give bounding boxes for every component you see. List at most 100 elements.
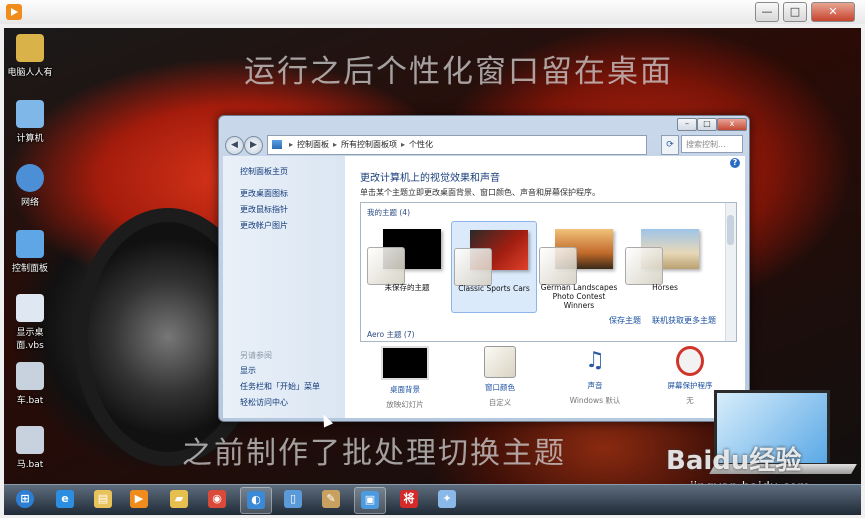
page-description: 单击某个主题立即更改桌面背景、窗口颜色、声音和屏幕保护程序。 bbox=[360, 188, 600, 197]
desktop-icon-label: 车.bat bbox=[16, 396, 44, 406]
aero-themes-heading: Aero 主题 (7) bbox=[367, 330, 415, 339]
batch-file-icon bbox=[16, 426, 44, 454]
theme-item-german-landscapes[interactable]: German Landscapes Photo Contest Winners bbox=[537, 221, 621, 311]
window-color-button[interactable]: 窗口颜色 自定义 bbox=[455, 346, 545, 408]
document-icon: ▯ bbox=[284, 490, 302, 508]
taskbar-button-document[interactable]: ▯ bbox=[278, 487, 308, 512]
control-panel-icon bbox=[272, 140, 282, 149]
desktop-background-icon bbox=[381, 346, 429, 380]
desktop-icon-computer[interactable]: 计算机 bbox=[4, 100, 56, 144]
breadcrumb-item[interactable]: 个性化 bbox=[409, 140, 433, 149]
theme-name: Horses bbox=[652, 283, 678, 292]
close-button[interactable]: ✕ bbox=[811, 2, 855, 22]
start-orb-icon: ⊞ bbox=[16, 490, 34, 508]
desktop-icon-label: 控制面板 bbox=[11, 264, 48, 274]
see-also-taskbar[interactable]: 任务栏和「开始」菜单 bbox=[240, 381, 320, 392]
refresh-button[interactable]: ⟳ bbox=[661, 135, 679, 155]
taskbar-button-explorer[interactable]: ▤ bbox=[88, 487, 118, 512]
theme-color-swatch bbox=[454, 248, 492, 286]
theme-item-classic-sports-cars[interactable]: Classic Sports Cars bbox=[451, 221, 537, 313]
window-close-button[interactable]: x bbox=[717, 118, 747, 131]
theme-item-unsaved[interactable]: 未保存的主题 bbox=[365, 221, 449, 311]
desktop-icon-vbs[interactable]: 显示桌面.vbs bbox=[4, 294, 56, 351]
batch-file-icon bbox=[16, 362, 44, 390]
minimize-button[interactable]: — bbox=[755, 2, 779, 22]
theme-name: Classic Sports Cars bbox=[458, 284, 530, 293]
taskbar-button-app-jiang[interactable]: 将 bbox=[394, 487, 424, 512]
page-title: 更改计算机上的视觉效果和声音 bbox=[360, 173, 500, 184]
main-panel: ? 更改计算机上的视觉效果和声音 单击某个主题立即更改桌面背景、窗口颜色、声音和… bbox=[345, 156, 745, 418]
media-player-icon bbox=[6, 4, 22, 20]
get-more-themes-link[interactable]: 联机获取更多主题 bbox=[652, 315, 716, 326]
caption-top: 运行之后个性化窗口留在桌面 bbox=[244, 54, 673, 90]
theme-name: 未保存的主题 bbox=[384, 283, 430, 292]
control-panel-icon bbox=[16, 230, 44, 258]
taskbar-button-control-panel[interactable]: ▣ bbox=[354, 487, 386, 514]
desktop-icon-label: 马.bat bbox=[16, 460, 44, 470]
taskbar-button-browser[interactable]: ◐ bbox=[240, 487, 272, 514]
search-input[interactable]: 搜索控制... bbox=[681, 135, 743, 153]
sidebar-home-link[interactable]: 控制面板主页 bbox=[240, 166, 288, 177]
sidebar-link-desktop-icons[interactable]: 更改桌面图标 bbox=[240, 188, 288, 199]
theme-name: German Landscapes Photo Contest Winners bbox=[540, 283, 618, 310]
see-also-ease-of-access[interactable]: 轻松访问中心 bbox=[240, 397, 288, 408]
baidu-watermark-brand: Baidu经验 bbox=[666, 446, 802, 476]
window-color-value: 自定义 bbox=[488, 398, 512, 407]
desktop-icon-bat-che[interactable]: 车.bat bbox=[4, 362, 56, 406]
desktop-icon-network[interactable]: 网络 bbox=[4, 164, 56, 208]
window-color-icon bbox=[484, 346, 516, 378]
theme-color-swatch bbox=[539, 247, 577, 285]
chrome-icon: ◉ bbox=[208, 490, 226, 508]
theme-color-swatch bbox=[367, 247, 405, 285]
explorer-icon: ▤ bbox=[94, 490, 112, 508]
taskbar-button-folder[interactable]: ▰ bbox=[164, 487, 194, 512]
sound-icon: ♫ bbox=[585, 348, 605, 373]
desktop-icon-user[interactable]: 电脑人人有 bbox=[4, 34, 56, 78]
media-player-icon: ▶ bbox=[130, 490, 148, 508]
taskbar-button-app-bird[interactable]: ✦ bbox=[432, 487, 462, 512]
desktop-background-value: 放映幻灯片 bbox=[386, 400, 424, 409]
help-icon[interactable]: ? bbox=[730, 158, 740, 168]
breadcrumb-item[interactable]: 控制面板 bbox=[297, 140, 329, 149]
scrollbar-thumb[interactable] bbox=[727, 215, 734, 245]
sidebar: 控制面板主页 更改桌面图标 更改鼠标指针 更改帐户图片 另请参阅 显示 任务栏和… bbox=[223, 156, 345, 418]
folder-icon: ▰ bbox=[170, 490, 188, 508]
address-bar[interactable]: ▸ 控制面板 ▸ 所有控制面板项 ▸ 个性化 bbox=[267, 135, 647, 155]
sidebar-link-account-picture[interactable]: 更改帐户图片 bbox=[240, 220, 288, 231]
window-maximize-button[interactable]: □ bbox=[697, 118, 717, 131]
sidebar-link-mouse-pointer[interactable]: 更改鼠标指针 bbox=[240, 204, 288, 215]
taskbar-button-chrome[interactable]: ◉ bbox=[202, 487, 232, 512]
taskbar-button-ie[interactable]: e bbox=[50, 487, 80, 512]
maximize-button[interactable]: □ bbox=[783, 2, 807, 22]
sound-label: 声音 bbox=[587, 381, 603, 390]
ie-icon: e bbox=[56, 490, 74, 508]
desktop-icon-control-panel[interactable]: 控制面板 bbox=[4, 230, 56, 274]
taskbar-button-start-orb[interactable]: ⊞ bbox=[10, 487, 40, 512]
window-minimize-button[interactable]: – bbox=[677, 118, 697, 131]
save-theme-link[interactable]: 保存主题 bbox=[609, 315, 641, 326]
sound-button[interactable]: ♫ 声音 Windows 默认 bbox=[550, 346, 640, 406]
desktop-icon-bat-ma[interactable]: 马.bat bbox=[4, 426, 56, 470]
see-also-display[interactable]: 显示 bbox=[240, 365, 256, 376]
address-row: ◀ ▶ ▸ 控制面板 ▸ 所有控制面板项 ▸ 个性化 ⟳ 搜索控制... bbox=[223, 134, 745, 156]
app-bird-icon: ✦ bbox=[438, 490, 456, 508]
theme-item-horses[interactable]: Horses bbox=[623, 221, 707, 311]
script-file-icon bbox=[16, 294, 44, 322]
taskbar-button-media-player[interactable]: ▶ bbox=[124, 487, 154, 512]
caption-bottom: 之前制作了批处理切换主题 bbox=[182, 436, 566, 471]
desktop-background-button[interactable]: 桌面背景 放映幻灯片 bbox=[360, 346, 450, 410]
desktop-icon-label: 电脑人人有 bbox=[7, 68, 53, 78]
back-button[interactable]: ◀ bbox=[225, 136, 244, 155]
computer-icon bbox=[16, 100, 44, 128]
see-also-heading: 另请参阅 bbox=[240, 351, 272, 360]
taskbar: ⊞ e ▤ ▶ ▰ ◉ ◐ ▯ ✎ ▣ 将 ✦ bbox=[4, 484, 861, 515]
taskbar-button-paint[interactable]: ✎ bbox=[316, 487, 346, 512]
sound-value: Windows 默认 bbox=[569, 396, 621, 405]
network-icon bbox=[16, 164, 44, 192]
forward-button[interactable]: ▶ bbox=[244, 136, 263, 155]
user-folder-icon bbox=[16, 34, 44, 62]
window-color-label: 窗口颜色 bbox=[485, 383, 515, 392]
personalization-window: – □ x ◀ ▶ ▸ 控制面板 ▸ 所有控制面板项 ▸ 个性化 ⟳ 搜索控制... 控制… bbox=[218, 115, 750, 422]
theme-list-scrollbar[interactable] bbox=[725, 203, 736, 341]
breadcrumb-item[interactable]: 所有控制面板项 bbox=[341, 140, 397, 149]
